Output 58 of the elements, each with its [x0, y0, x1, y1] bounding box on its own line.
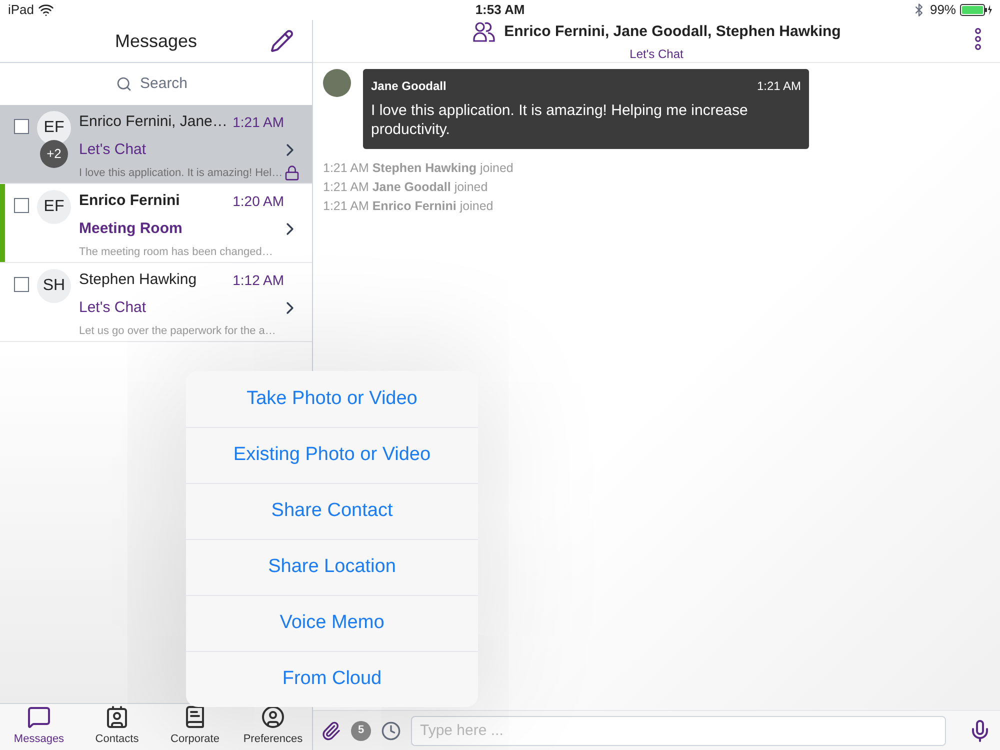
more-options-button[interactable]	[974, 28, 982, 50]
avatar: SH	[37, 269, 71, 303]
group-icon	[472, 20, 496, 44]
tab[interactable]: Preferences	[234, 704, 312, 750]
message-text: I love this application. It is amazing! Helping me increase productivity.	[371, 101, 749, 139]
menu-item[interactable]: Existing Photo or Video	[186, 427, 478, 483]
participant-count-badge: +2	[40, 140, 68, 168]
menu-item[interactable]: Take Photo or Video	[186, 371, 478, 427]
conversation-preview: I love this application. It is amazing! Hel…	[79, 166, 284, 181]
checkbox[interactable]	[14, 198, 29, 213]
chat-bubble-icon	[27, 704, 51, 728]
menu-item[interactable]: Voice Memo	[186, 595, 478, 651]
conversation-time: 1:20 AM	[232, 192, 284, 211]
conversation-preview: The meeting room has been changed…	[79, 245, 274, 260]
conversation-name: Stephen Hawking	[79, 270, 198, 290]
battery-percent: 99%	[930, 1, 956, 20]
conversation-time: 1:12 AM	[232, 270, 284, 290]
battery-icon	[960, 4, 992, 16]
tab[interactable]: Contacts	[78, 704, 156, 750]
menu-item[interactable]: From Cloud	[186, 651, 478, 707]
join-notice: 1:21 AM Jane Goodall joined	[323, 179, 489, 196]
photo-placeholder	[323, 69, 351, 97]
clock-time: 1:53 AM	[475, 1, 525, 20]
paperclip-icon[interactable]	[321, 720, 341, 740]
compose-button[interactable]	[270, 29, 294, 53]
message-time: 1:21 AM	[756, 78, 801, 95]
checkbox[interactable]	[14, 119, 29, 134]
wifi-icon	[38, 2, 54, 18]
message-sender: Jane Goodall	[371, 78, 446, 95]
menu-item[interactable]: Share Contact	[186, 483, 478, 539]
avatar: EF	[37, 190, 71, 224]
conversation-row[interactable]: EF +2 Enrico Fernini, Jane… 1:21 AM Let's Chat I love this application. It is amazing! Hel…	[0, 105, 312, 184]
join-notice: 1:21 AM Stephen Hawking joined	[323, 160, 514, 177]
search-field[interactable]: Search	[140, 72, 196, 96]
chat-participants: Enrico Fernini, Jane Goodall, Stephen Hawking	[504, 22, 841, 42]
conversation-subject: Let's Chat	[79, 140, 148, 160]
conversation-name: Enrico Fernini	[79, 191, 181, 211]
conversation-time: 1:21 AM	[232, 112, 284, 132]
address-book-icon	[105, 704, 129, 728]
conversation-preview: Let us go over the paperwork for the a…	[79, 324, 277, 339]
chat-subject: Let's Chat	[630, 46, 684, 63]
search-icon	[116, 76, 132, 92]
conversation-subject: Meeting Room	[79, 218, 184, 238]
notebook-icon	[183, 704, 207, 728]
conversation-name: Enrico Fernini, Jane…	[79, 112, 228, 132]
tab[interactable]: Corporate	[156, 704, 234, 750]
device-label: iPad	[8, 1, 34, 20]
sidebar-title: Messages	[114, 30, 198, 53]
menu-item[interactable]: Share Location	[186, 539, 478, 595]
avatar: EF	[37, 111, 71, 145]
message-input[interactable]: Type here ...	[411, 716, 946, 746]
conversation-row[interactable]: EF Enrico Fernini 1:20 AM Meeting Room The meeting room has been changed…	[0, 184, 312, 263]
join-notice: 1:21 AM Enrico Fernini joined	[323, 198, 494, 215]
clock-icon[interactable]	[381, 720, 401, 740]
tab[interactable]: Messages	[0, 704, 78, 750]
checkbox[interactable]	[14, 277, 29, 292]
conversation-subject: Let's Chat	[79, 298, 148, 318]
user-circle-icon	[261, 704, 285, 728]
